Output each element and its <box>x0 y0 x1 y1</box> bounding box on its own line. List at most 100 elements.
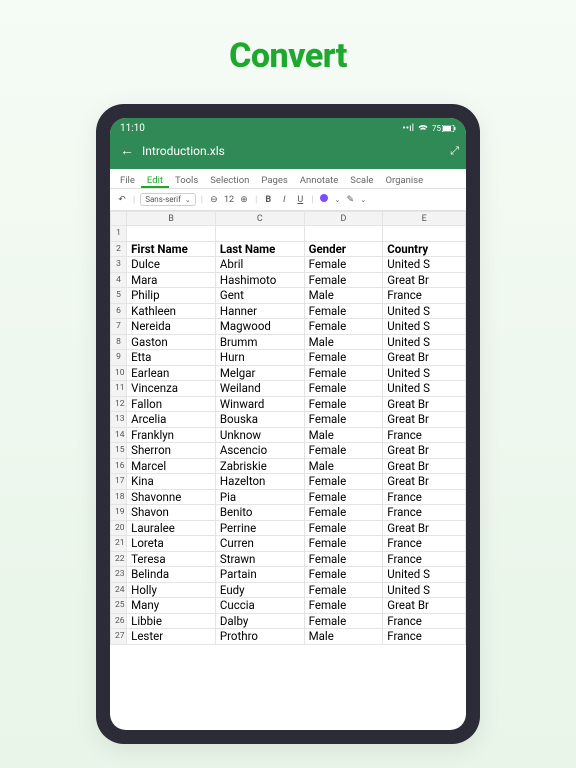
cell[interactable]: Female <box>304 303 383 319</box>
row-header[interactable]: 19 <box>111 505 127 521</box>
cell[interactable]: Male <box>304 288 383 304</box>
cell[interactable]: Great Br <box>383 396 466 412</box>
row-header[interactable]: 2 <box>111 241 127 257</box>
cell[interactable]: Shavon <box>127 505 216 521</box>
row-header[interactable]: 4 <box>111 272 127 288</box>
cell[interactable]: Gaston <box>127 334 216 350</box>
font-increase-icon[interactable]: ⊕ <box>238 195 250 205</box>
row-header[interactable]: 15 <box>111 443 127 459</box>
cell[interactable]: Female <box>304 598 383 614</box>
cell[interactable]: Great Br <box>383 474 466 490</box>
row-header[interactable]: 24 <box>111 582 127 598</box>
font-family-select[interactable]: Sans-serif ⌄ <box>140 193 196 206</box>
cell[interactable]: Great Br <box>383 350 466 366</box>
cell[interactable]: Great Br <box>383 520 466 536</box>
cell[interactable]: Female <box>304 536 383 552</box>
cell[interactable]: Prothro <box>215 629 304 645</box>
cell[interactable]: United S <box>383 319 466 335</box>
cell[interactable]: Arcelia <box>127 412 216 428</box>
cell[interactable]: Kathleen <box>127 303 216 319</box>
menu-item-scale[interactable]: Scale <box>344 172 379 188</box>
cell[interactable]: Franklyn <box>127 427 216 443</box>
cell[interactable]: Shavonne <box>127 489 216 505</box>
cell[interactable]: United S <box>383 567 466 583</box>
cell[interactable] <box>383 226 466 242</box>
corner-cell[interactable] <box>111 212 127 226</box>
cell[interactable]: Female <box>304 365 383 381</box>
cell[interactable]: Female <box>304 412 383 428</box>
cell[interactable]: Hashimoto <box>215 272 304 288</box>
cell[interactable]: Lester <box>127 629 216 645</box>
bold-button[interactable]: B <box>262 195 274 205</box>
menu-item-selection[interactable]: Selection <box>204 172 255 188</box>
row-header[interactable]: 9 <box>111 350 127 366</box>
cell[interactable]: Female <box>304 613 383 629</box>
cell[interactable]: Loreta <box>127 536 216 552</box>
spreadsheet-grid[interactable]: BCDE 12First NameLast NameGenderCountry3… <box>110 211 466 730</box>
cell[interactable]: Nereida <box>127 319 216 335</box>
cell[interactable]: Great Br <box>383 443 466 459</box>
row-header[interactable]: 10 <box>111 365 127 381</box>
row-header[interactable]: 7 <box>111 319 127 335</box>
cell[interactable]: France <box>383 288 466 304</box>
cell[interactable] <box>215 226 304 242</box>
cell[interactable]: Marcel <box>127 458 216 474</box>
cell[interactable]: Melgar <box>215 365 304 381</box>
row-header[interactable]: 11 <box>111 381 127 397</box>
highlight-button[interactable]: ✎ <box>344 195 356 205</box>
row-header[interactable]: 21 <box>111 536 127 552</box>
col-header[interactable]: D <box>304 212 383 226</box>
cell[interactable]: France <box>383 536 466 552</box>
cell[interactable]: Mara <box>127 272 216 288</box>
cell[interactable]: Unknow <box>215 427 304 443</box>
row-header[interactable]: 17 <box>111 474 127 490</box>
cell[interactable] <box>127 226 216 242</box>
fullscreen-icon[interactable]: ⤢ <box>450 144 456 158</box>
cell[interactable]: Female <box>304 567 383 583</box>
cell[interactable]: Benito <box>215 505 304 521</box>
row-header[interactable]: 12 <box>111 396 127 412</box>
cell[interactable]: Female <box>304 272 383 288</box>
cell[interactable]: Gender <box>304 241 383 257</box>
cell[interactable]: Great Br <box>383 458 466 474</box>
cell[interactable]: United S <box>383 381 466 397</box>
menu-item-annotate[interactable]: Annotate <box>294 172 345 188</box>
row-header[interactable]: 1 <box>111 226 127 242</box>
cell[interactable]: France <box>383 551 466 567</box>
row-header[interactable]: 6 <box>111 303 127 319</box>
cell[interactable]: Philip <box>127 288 216 304</box>
cell[interactable]: Last Name <box>215 241 304 257</box>
cell[interactable]: Curren <box>215 536 304 552</box>
row-header[interactable]: 16 <box>111 458 127 474</box>
row-header[interactable]: 8 <box>111 334 127 350</box>
menu-item-file[interactable]: File <box>114 172 141 188</box>
row-header[interactable]: 23 <box>111 567 127 583</box>
cell[interactable]: Winward <box>215 396 304 412</box>
cell[interactable]: Hanner <box>215 303 304 319</box>
cell[interactable]: Female <box>304 582 383 598</box>
row-header[interactable]: 5 <box>111 288 127 304</box>
cell[interactable]: Sherron <box>127 443 216 459</box>
cell[interactable]: Female <box>304 350 383 366</box>
cell[interactable]: Female <box>304 396 383 412</box>
cell[interactable]: Teresa <box>127 551 216 567</box>
cell[interactable]: Magwood <box>215 319 304 335</box>
cell[interactable]: United S <box>383 334 466 350</box>
cell[interactable]: Earlean <box>127 365 216 381</box>
row-header[interactable]: 26 <box>111 613 127 629</box>
cell[interactable]: Female <box>304 381 383 397</box>
menu-item-edit[interactable]: Edit <box>141 172 169 188</box>
row-header[interactable]: 27 <box>111 629 127 645</box>
cell[interactable]: Perrine <box>215 520 304 536</box>
cell[interactable]: United S <box>383 257 466 273</box>
cell[interactable]: Many <box>127 598 216 614</box>
cell[interactable]: Eudy <box>215 582 304 598</box>
cell[interactable]: Partain <box>215 567 304 583</box>
row-header[interactable]: 25 <box>111 598 127 614</box>
cell[interactable]: First Name <box>127 241 216 257</box>
cell[interactable]: Lauralee <box>127 520 216 536</box>
cell[interactable]: Abril <box>215 257 304 273</box>
cell[interactable]: Female <box>304 474 383 490</box>
cell[interactable]: Great Br <box>383 272 466 288</box>
cell[interactable]: Cuccia <box>215 598 304 614</box>
